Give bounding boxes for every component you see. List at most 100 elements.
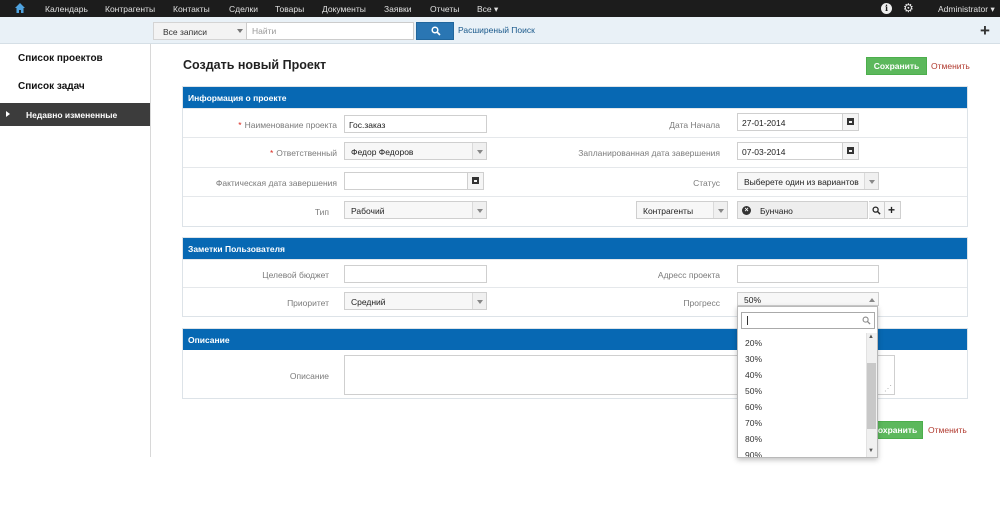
- field-label-address: Адресс проекта: [657, 270, 720, 280]
- field-label-actual-end: Фактическая дата завершения: [215, 178, 337, 188]
- sidebar-item-label: Недавно измененные: [26, 110, 118, 120]
- related-record-field: × Бунчано: [737, 201, 868, 219]
- field-label-status: Статус: [693, 178, 720, 188]
- nav-all-menu[interactable]: Все ▾: [477, 4, 498, 15]
- user-menu[interactable]: Administrator ▾: [938, 4, 995, 15]
- quick-create-plus-icon[interactable]: +: [980, 22, 990, 39]
- nav-documents[interactable]: Документы: [322, 4, 366, 14]
- dropdown-option[interactable]: 20%: [745, 338, 762, 348]
- responsible-select[interactable]: Федор Федоров: [344, 142, 487, 160]
- section-title-notes: Заметки Пользователя: [183, 238, 967, 259]
- home-icon[interactable]: [14, 2, 26, 14]
- field-label-planned-end: Запланированная дата завершения: [578, 148, 720, 158]
- sidebar-item-task-list[interactable]: Список задач: [18, 81, 85, 92]
- calendar-icon[interactable]: [842, 143, 858, 159]
- priority-value: Средний: [351, 297, 386, 307]
- sidebar-item-recently-modified[interactable]: Недавно измененные: [0, 103, 150, 126]
- planned-end-value: 07-03-2014: [742, 147, 786, 157]
- field-label-name-text: Наименование проекта: [244, 120, 337, 130]
- search-icon: [872, 206, 881, 215]
- dropdown-option[interactable]: 40%: [745, 370, 762, 380]
- related-add-button[interactable]: +: [885, 201, 901, 219]
- search-module-select[interactable]: Все записи: [153, 22, 246, 40]
- search-input[interactable]: [246, 22, 414, 40]
- actual-end-date-input[interactable]: [344, 172, 484, 190]
- chevron-down-icon: ▾: [988, 4, 995, 14]
- user-name: Administrator: [938, 4, 989, 14]
- chevron-down-icon: [864, 173, 878, 189]
- chevron-up-icon: [869, 298, 875, 302]
- cancel-link-top[interactable]: Отменить: [931, 61, 970, 71]
- form-row: Тип Рабочий Контрагенты × Бунчано +: [183, 196, 967, 227]
- project-name-input[interactable]: Гос.заказ: [344, 115, 487, 133]
- related-search-button[interactable]: [869, 201, 885, 219]
- type-select[interactable]: Рабочий: [344, 201, 487, 219]
- cancel-link-bottom[interactable]: Отменить: [928, 425, 967, 435]
- field-label-responsible-text: Ответственный: [276, 148, 337, 158]
- clear-icon[interactable]: ×: [742, 206, 751, 215]
- field-label-responsible: * Ответственный: [270, 148, 337, 158]
- form-row: * Ответственный Федор Федоров Запланирова…: [183, 137, 967, 167]
- sidebar-item-project-list[interactable]: Список проектов: [18, 53, 103, 64]
- page-title: Создать новый Проект: [183, 58, 327, 72]
- related-record-value: Бунчано: [760, 206, 793, 216]
- field-label-start-date: Дата Начала: [669, 120, 720, 130]
- dropdown-option[interactable]: 50%: [745, 386, 762, 396]
- related-module-select[interactable]: Контрагенты: [636, 201, 728, 219]
- start-date-input[interactable]: 27-01-2014: [737, 113, 859, 131]
- field-label-name: * Наименование проекта: [238, 120, 337, 130]
- scrollbar-thumb[interactable]: [867, 363, 876, 429]
- dropdown-option[interactable]: 80%: [745, 434, 762, 444]
- save-button-top[interactable]: Сохранить: [866, 57, 927, 75]
- gear-icon[interactable]: ⚙: [903, 1, 914, 15]
- project-info-section: Информация о проекте * Наименование проек…: [182, 86, 968, 227]
- progress-value: 50%: [744, 295, 762, 305]
- dropdown-option[interactable]: 60%: [745, 402, 762, 412]
- search-button[interactable]: [416, 22, 454, 40]
- field-label-budget: Целевой бюджет: [262, 270, 329, 280]
- caret-down-icon: [237, 29, 243, 33]
- form-row: Целевой бюджет Адресс проекта: [183, 259, 967, 287]
- search-icon: [862, 316, 871, 325]
- required-asterisk: *: [269, 148, 274, 158]
- target-budget-input[interactable]: [344, 265, 487, 283]
- nav-products[interactable]: Товары: [275, 4, 304, 14]
- section-title-info: Информация о проекте: [183, 87, 967, 108]
- progress-dropdown: 20% 30% 40% 50% 60% 70% 80% 90% ▲ ▼: [737, 306, 878, 458]
- plus-icon: +: [888, 203, 896, 217]
- scroll-down-icon[interactable]: ▼: [868, 448, 874, 454]
- chevron-down-icon: [472, 202, 486, 218]
- priority-select[interactable]: Средний: [344, 292, 487, 310]
- status-select[interactable]: Выберете один из вариантов: [737, 172, 879, 190]
- field-label-progress: Прогресс: [683, 298, 720, 308]
- dropdown-search-input[interactable]: [741, 312, 875, 329]
- field-label-priority: Приоритет: [287, 298, 329, 308]
- dropdown-option[interactable]: 70%: [745, 418, 762, 428]
- calendar-icon[interactable]: [842, 114, 858, 130]
- top-nav: Календарь Контрагенты Контакты Сделки То…: [0, 0, 1000, 17]
- text-cursor: [747, 316, 748, 325]
- progress-select-open[interactable]: 50%: [737, 292, 879, 306]
- nav-accounts[interactable]: Контрагенты: [105, 4, 155, 14]
- nav-contacts[interactable]: Контакты: [173, 4, 210, 14]
- chevron-down-icon: [472, 293, 486, 309]
- form-row: Фактическая дата завершения Статус Выбер…: [183, 167, 967, 196]
- dropdown-option[interactable]: 90%: [745, 450, 762, 457]
- dropdown-option[interactable]: 30%: [745, 354, 762, 364]
- project-address-input[interactable]: [737, 265, 879, 283]
- nav-reports[interactable]: Отчеты: [430, 4, 459, 14]
- nav-requests[interactable]: Заявки: [384, 4, 411, 14]
- nav-calendar[interactable]: Календарь: [45, 4, 88, 14]
- field-label-description: Описание: [289, 371, 329, 381]
- info-icon[interactable]: i: [881, 3, 892, 14]
- resize-handle-icon[interactable]: ⋰: [884, 385, 892, 393]
- calendar-icon[interactable]: [467, 173, 483, 189]
- chevron-down-icon: [472, 143, 486, 159]
- scroll-up-icon[interactable]: ▲: [868, 334, 874, 340]
- planned-end-date-input[interactable]: 07-03-2014: [737, 142, 859, 160]
- chevron-down-icon: [713, 202, 727, 218]
- required-asterisk: *: [238, 120, 242, 130]
- advanced-search-link[interactable]: Расширеный Поиск: [458, 25, 535, 35]
- nav-deals[interactable]: Сделки: [229, 4, 258, 14]
- start-date-value: 27-01-2014: [742, 118, 786, 128]
